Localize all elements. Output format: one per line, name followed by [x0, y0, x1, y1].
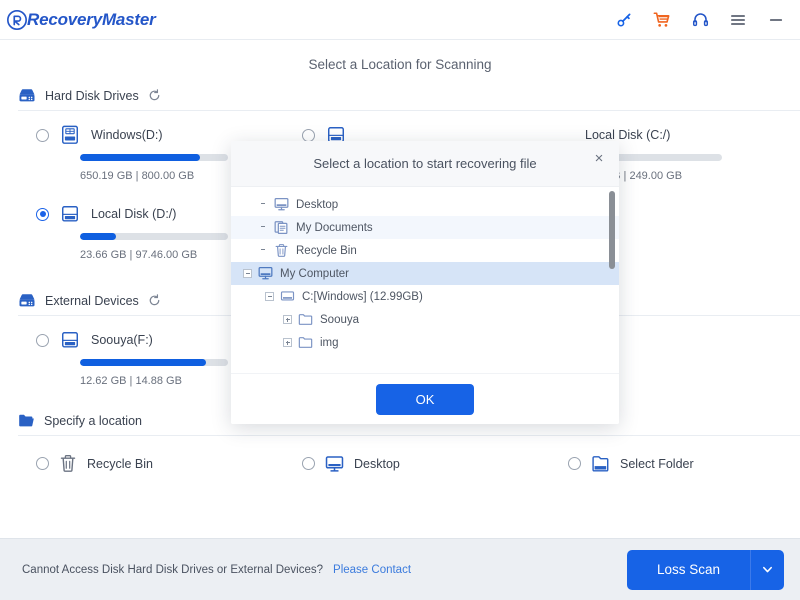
tree-item-recycle-bin[interactable]: Recycle Bin: [231, 239, 619, 262]
small-drive-icon: [280, 289, 295, 304]
drive-radio-soouya-f[interactable]: [36, 334, 49, 347]
folder-select-icon: [591, 455, 610, 473]
drive-icon: [59, 330, 81, 350]
ok-button[interactable]: OK: [376, 384, 474, 415]
tree-toggle-img[interactable]: [283, 338, 292, 347]
section-title-specify: Specify a location: [44, 414, 142, 428]
drive-column-1: Windows(D:) 650.19 GB | 800.00 GB: [0, 125, 266, 283]
specify-radio-recycle-bin[interactable]: [36, 457, 49, 470]
specify-option-desktop[interactable]: Desktop: [266, 454, 532, 473]
tree-item-my-documents[interactable]: My Documents: [231, 216, 619, 239]
tree-toggle-my-computer[interactable]: [243, 269, 252, 278]
loss-scan-button[interactable]: Loss Scan: [627, 550, 750, 590]
specify-radio-select-folder[interactable]: [568, 457, 581, 470]
monitor-icon: [258, 266, 273, 281]
drive-radio-local-disk-d[interactable]: [36, 208, 49, 221]
headset-icon[interactable]: [690, 10, 710, 30]
section-title-external: External Devices: [45, 294, 139, 308]
tree-label: My Documents: [296, 222, 373, 234]
tree-item-soouya[interactable]: Soouya: [231, 308, 619, 331]
recoverymaster-window: RecoveryMaster: [0, 0, 800, 600]
tree-nodes: Desktop My Documents: [231, 187, 619, 354]
tree-scrollbar[interactable]: [609, 191, 615, 369]
tree-label: img: [320, 337, 339, 349]
tree-label: Recycle Bin: [296, 245, 357, 257]
tree-label: Soouya: [320, 314, 359, 326]
modal-footer: OK: [231, 373, 619, 424]
tree-toggle: [259, 246, 268, 255]
specify-label: Desktop: [354, 457, 400, 471]
key-icon[interactable]: [614, 10, 634, 30]
tree-item-c-windows[interactable]: C:[Windows] (12.99GB): [231, 285, 619, 308]
specify-radio-desktop[interactable]: [302, 457, 315, 470]
specify-option-recycle-bin[interactable]: Recycle Bin: [0, 454, 266, 473]
app-name: RecoveryMaster: [27, 10, 156, 30]
menu-icon[interactable]: [728, 10, 748, 30]
app-logo: RecoveryMaster: [6, 9, 156, 31]
cart-icon[interactable]: [652, 10, 672, 30]
specify-option-select-folder[interactable]: Select Folder: [532, 454, 798, 473]
external-device-icon: [18, 293, 36, 308]
modal-title: Select a location to start recovering fi…: [313, 156, 536, 171]
scan-dropdown-toggle[interactable]: [750, 550, 784, 590]
drive-column-ext-1: Soouya(F:) 12.62 GB | 14.88 GB: [0, 330, 266, 409]
select-location-modal: Select a location to start recovering fi…: [231, 141, 619, 424]
drive-radio-windows-d[interactable]: [36, 129, 49, 142]
section-title-hard-disk: Hard Disk Drives: [45, 89, 139, 103]
windows-drive-icon: [59, 125, 81, 145]
tree-toggle-soouya[interactable]: [283, 315, 292, 324]
folder-outline-icon: [298, 312, 313, 327]
specify-location-options: Recycle Bin Desktop Select Folder: [0, 436, 800, 473]
modal-header: Select a location to start recovering fi…: [231, 141, 619, 187]
drive-usage-bar: [80, 154, 228, 161]
folder-icon: [18, 413, 35, 428]
tree-label: C:[Windows] (12.99GB): [302, 291, 423, 303]
drive-label: Windows(D:): [91, 128, 163, 142]
location-tree: Desktop My Documents: [231, 187, 619, 373]
folder-outline-icon: [298, 335, 313, 350]
specify-label: Recycle Bin: [87, 457, 153, 471]
drive-label: Local Disk (D:/): [91, 207, 176, 221]
tree-label: Desktop: [296, 199, 338, 211]
footer-bar: Cannot Access Disk Hard Disk Drives or E…: [0, 538, 800, 600]
trash-icon: [274, 243, 289, 258]
please-contact-link[interactable]: Please Contact: [333, 564, 411, 576]
minimize-icon[interactable]: [766, 10, 786, 30]
drive-usage-bar: [80, 233, 228, 240]
specify-label: Select Folder: [620, 457, 694, 471]
scan-button-group: Loss Scan: [627, 550, 784, 590]
tree-toggle: [259, 200, 268, 209]
page-title: Select a Location for Scanning: [0, 40, 800, 86]
drive-label: Soouya(F:): [91, 333, 153, 347]
drive-icon: [59, 204, 81, 224]
tree-item-desktop[interactable]: Desktop: [231, 193, 619, 216]
refresh-hard-disk-icon[interactable]: [148, 89, 161, 102]
title-bar: RecoveryMaster: [0, 0, 800, 40]
tree-label: My Computer: [280, 268, 349, 280]
tree-scrollbar-thumb[interactable]: [609, 191, 615, 269]
tree-item-my-computer[interactable]: My Computer: [231, 262, 619, 285]
tree-toggle-c-windows[interactable]: [265, 292, 274, 301]
tree-toggle: [259, 223, 268, 232]
chevron-down-icon: [761, 563, 774, 576]
tree-item-img[interactable]: img: [231, 331, 619, 354]
section-header-hard-disk: Hard Disk Drives: [0, 88, 800, 110]
close-icon[interactable]: ×: [590, 149, 608, 167]
footer-message: Cannot Access Disk Hard Disk Drives or E…: [22, 564, 323, 576]
refresh-external-icon[interactable]: [148, 294, 161, 307]
trash-icon: [59, 454, 77, 473]
monitor-icon: [325, 455, 344, 473]
drive-radio-obscured[interactable]: [302, 129, 315, 142]
documents-icon: [274, 220, 289, 235]
titlebar-actions: [614, 10, 786, 30]
logo-icon: [6, 9, 28, 31]
drive-label: Local Disk (C:/): [585, 128, 670, 142]
monitor-icon: [274, 197, 289, 212]
hdd-icon: [18, 88, 36, 103]
drive-usage-bar: [80, 359, 228, 366]
